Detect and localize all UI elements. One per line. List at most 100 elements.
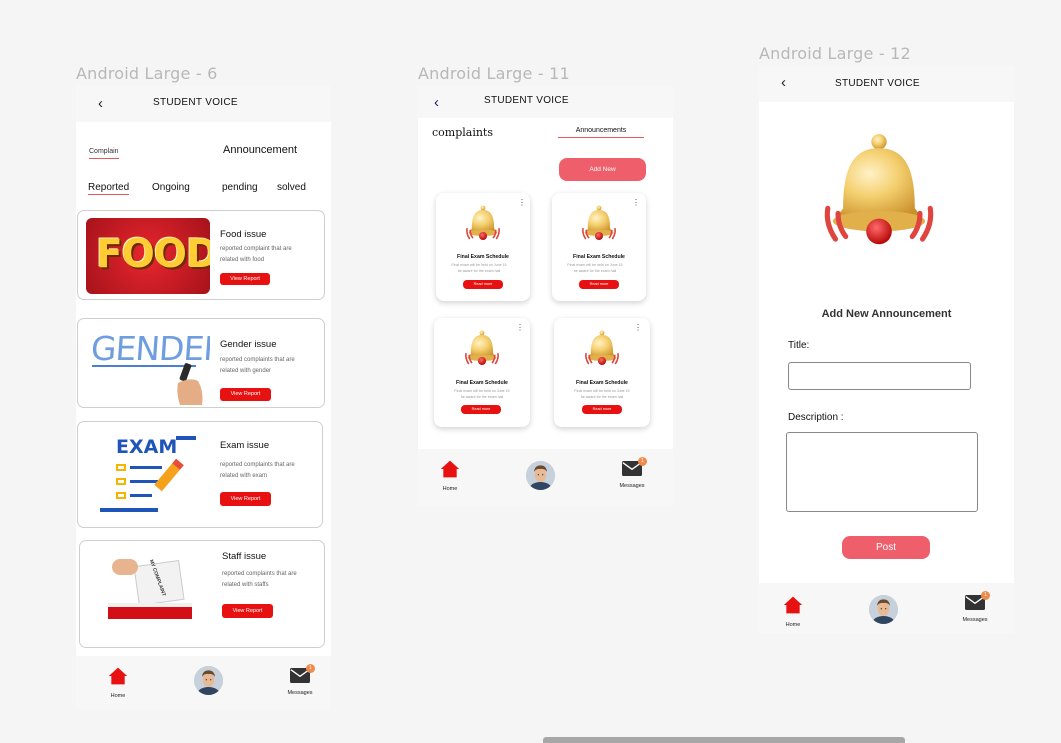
card-desc-line2: related with staffs (222, 582, 269, 588)
card-title: Exam issue (220, 440, 270, 451)
announcement-card[interactable]: ⋮ Final Exam Schedule Final exam will be… (434, 318, 530, 427)
frame-label-12: Android Large - 12 (759, 44, 911, 63)
tab-announcement[interactable]: Announcement (223, 144, 297, 156)
read-more-button[interactable]: Read more (579, 280, 619, 289)
bottom-nav: Home Messages 1 (76, 656, 331, 710)
announcement-desc-line1: Final exam will be held on June 15 (451, 263, 507, 267)
bottom-nav: Home Messages 1 (759, 583, 1014, 633)
bell-icon (582, 327, 622, 371)
nav-home[interactable]: Home (98, 666, 138, 699)
avatar[interactable] (194, 666, 223, 695)
bell-icon (463, 202, 503, 246)
read-more-button[interactable]: Read more (463, 280, 503, 289)
nav-home[interactable]: Home (773, 595, 813, 628)
hand-marker-icon (177, 363, 203, 405)
announcement-desc-line2: be aware for the exam hall (580, 395, 624, 399)
home-icon (439, 459, 461, 479)
app-title: STUDENT VOICE (484, 95, 569, 106)
card-desc-line1: reported complaints that are (220, 357, 295, 363)
announcement-desc-line2: be aware for the exam hall (573, 269, 617, 273)
chevron-left-icon[interactable]: ‹ (434, 94, 439, 111)
home-icon (107, 666, 129, 686)
tab-complaints[interactable]: complaints (432, 126, 493, 139)
pencil-icon (154, 458, 184, 492)
nav-messages[interactable]: Messages 1 (612, 457, 652, 489)
frame-android-large-6: ‹ STUDENT VOICE Complain Announcement Re… (76, 86, 331, 710)
announcement-card[interactable]: ⋮ Final Exam Schedule Final exam will be… (554, 318, 650, 427)
frame-android-large-12: ‹ STUDENT VOICE Add New Announcement Tit… (759, 66, 1014, 633)
card-desc-line1: reported complaints that are (220, 462, 295, 468)
card-desc-line1: reported complaints that are (222, 571, 297, 577)
nav-home[interactable]: Home (430, 459, 470, 492)
bell-icon (579, 202, 619, 246)
staff-image: MY COMPLAINT (108, 557, 194, 623)
announcement-desc-line2: be aware for the exam hall (460, 395, 504, 399)
filter-reported[interactable]: Reported (88, 182, 130, 195)
more-options-icon[interactable]: ⋮ (634, 324, 642, 332)
title-input[interactable] (788, 362, 971, 390)
avatar[interactable] (526, 461, 555, 490)
view-report-button[interactable]: View Report (222, 604, 273, 618)
filter-ongoing[interactable]: Ongoing (152, 182, 190, 193)
view-report-button[interactable]: View Report (220, 388, 271, 401)
exam-image-text: EXAM (116, 436, 178, 458)
nav-home-label: Home (110, 693, 126, 699)
complaint-card-exam[interactable]: EXAM Exam issue reported complaints that… (77, 421, 323, 528)
title-label: Title: (788, 340, 810, 351)
app-header: ‹ STUDENT VOICE (418, 86, 673, 118)
nav-home-label: Home (442, 486, 458, 492)
app-header: ‹ STUDENT VOICE (759, 66, 1014, 102)
app-header: ‹ STUDENT VOICE (76, 86, 331, 122)
announcement-desc-line1: Final exam will be held on June 15 (454, 389, 510, 393)
home-icon (782, 595, 804, 615)
card-desc-line1: reported complaint that are (220, 246, 292, 252)
announcement-card[interactable]: ⋮ Final Exam Schedule Final exam will be… (436, 193, 530, 301)
complaint-card-staff[interactable]: MY COMPLAINT Staff issue reported compla… (79, 540, 325, 648)
app-title: STUDENT VOICE (835, 78, 920, 89)
chevron-left-icon[interactable]: ‹ (98, 95, 103, 112)
avatar[interactable] (869, 595, 898, 624)
tab-complain[interactable]: Complain (89, 148, 119, 159)
announcement-title: Final Exam Schedule (576, 380, 628, 386)
more-options-icon[interactable]: ⋮ (632, 199, 640, 207)
horizontal-scrollbar[interactable] (543, 737, 905, 743)
announcement-card[interactable]: ⋮ Final Exam Schedule Final exam will be… (552, 193, 646, 301)
notification-badge: 1 (981, 591, 990, 600)
complaint-card-gender[interactable]: GENDER Gender issue reported complaints … (77, 318, 325, 408)
food-image: FOOD (86, 218, 210, 294)
chevron-left-icon[interactable]: ‹ (781, 74, 786, 91)
more-options-icon[interactable]: ⋮ (516, 324, 524, 332)
app-title: STUDENT VOICE (153, 97, 238, 108)
frame-label-6: Android Large - 6 (76, 64, 218, 83)
nav-messages[interactable]: Messages 1 (280, 664, 320, 696)
description-label: Description : (788, 412, 844, 423)
frame-android-large-11: ‹ STUDENT VOICE complaints Announcements… (418, 86, 673, 506)
filter-pending[interactable]: pending (222, 182, 258, 193)
more-options-icon[interactable]: ⋮ (518, 199, 526, 207)
complaint-card-food[interactable]: FOOD Food issue reported complaint that … (77, 210, 325, 300)
nav-messages-label: Messages (962, 617, 988, 623)
filter-solved[interactable]: solved (277, 182, 306, 193)
view-report-button[interactable]: View Report (220, 492, 271, 506)
announcement-desc-line1: Final exam will be held on June 15 (567, 263, 623, 267)
nav-messages-label: Messages (619, 483, 645, 489)
description-textarea[interactable] (786, 432, 978, 512)
post-button[interactable]: Post (842, 536, 930, 559)
nav-messages[interactable]: Messages 1 (955, 591, 995, 623)
bell-icon (815, 112, 943, 274)
card-desc-line2: related with food (220, 257, 265, 263)
add-new-button[interactable]: Add New (559, 158, 646, 181)
tab-announcements[interactable]: Announcements (558, 127, 644, 138)
announcement-desc-line1: Final exam will be held on June 15 (574, 389, 630, 393)
frame-label-11: Android Large - 11 (418, 64, 570, 83)
view-report-button[interactable]: View Report (220, 273, 270, 285)
announcement-title: Final Exam Schedule (456, 380, 508, 386)
bottom-nav: Home Messages 1 (418, 449, 673, 506)
read-more-button[interactable]: Read more (582, 405, 622, 414)
bell-icon (462, 327, 502, 371)
read-more-button[interactable]: Read more (461, 405, 501, 414)
card-desc-line2: related with exam (220, 473, 268, 479)
announcement-title: Final Exam Schedule (457, 254, 509, 260)
card-title: Staff issue (222, 551, 267, 562)
card-desc-line2: related with gender (220, 368, 272, 374)
